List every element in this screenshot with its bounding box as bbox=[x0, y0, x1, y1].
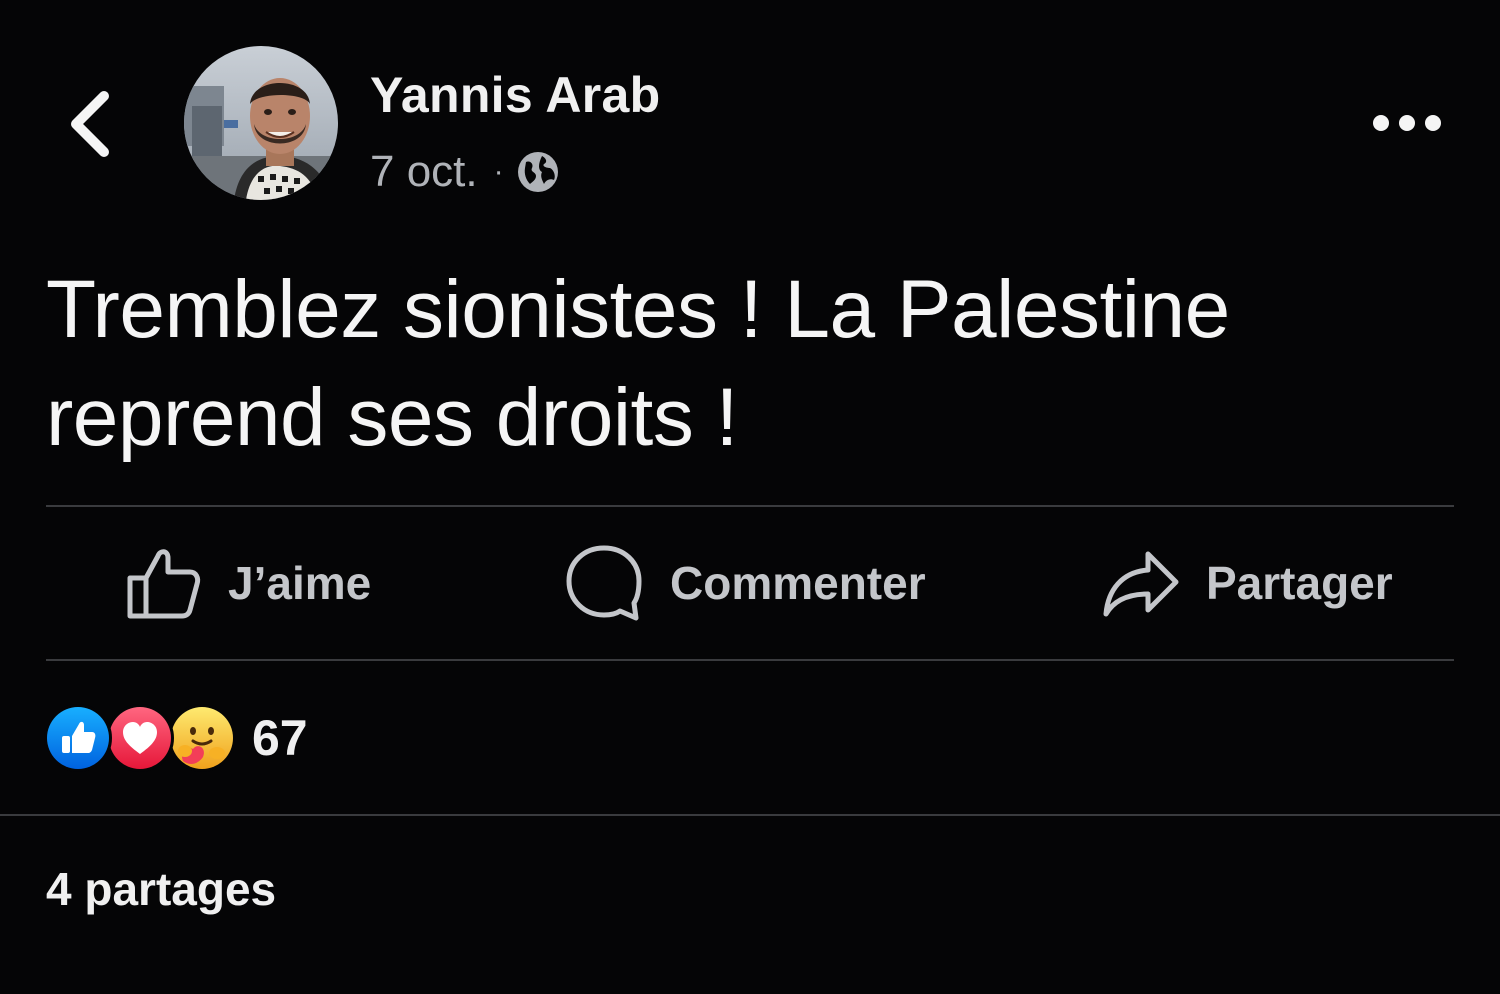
globe-icon[interactable] bbox=[516, 150, 560, 194]
share-label: Partager bbox=[1206, 557, 1393, 609]
comment-button[interactable]: Commenter bbox=[564, 538, 926, 628]
comment-label: Commenter bbox=[670, 557, 926, 609]
divider-middle bbox=[46, 659, 1454, 661]
post-date[interactable]: 7 oct. bbox=[370, 147, 478, 197]
meta-separator: · bbox=[493, 155, 504, 188]
like-reaction-icon bbox=[44, 704, 112, 772]
post-text: Tremblez sionistes ! La Palestine repren… bbox=[46, 264, 1230, 463]
reactions-count: 67 bbox=[252, 710, 308, 766]
author-avatar[interactable] bbox=[184, 46, 338, 200]
back-button[interactable] bbox=[62, 86, 122, 162]
post-meta: 7 oct. · bbox=[370, 146, 560, 198]
chevron-left-icon bbox=[71, 91, 109, 157]
like-button[interactable]: J’aime bbox=[124, 538, 371, 628]
author-name[interactable]: Yannis Arab bbox=[370, 66, 660, 124]
share-arrow-icon bbox=[1103, 551, 1179, 617]
share-button[interactable]: Partager bbox=[1102, 538, 1393, 628]
like-label: J’aime bbox=[228, 557, 372, 609]
shares-count[interactable]: 4 partages bbox=[46, 862, 276, 916]
divider-top bbox=[46, 505, 1454, 507]
reactions-summary[interactable]: 67 bbox=[44, 704, 308, 772]
more-dots-icon bbox=[1373, 115, 1441, 131]
care-reaction-icon bbox=[168, 704, 236, 772]
comment-bubble-icon bbox=[566, 545, 642, 621]
love-reaction-icon bbox=[106, 704, 174, 772]
divider-bottom bbox=[0, 814, 1500, 816]
more-options-button[interactable] bbox=[1368, 100, 1448, 146]
thumbs-up-icon bbox=[127, 549, 201, 619]
